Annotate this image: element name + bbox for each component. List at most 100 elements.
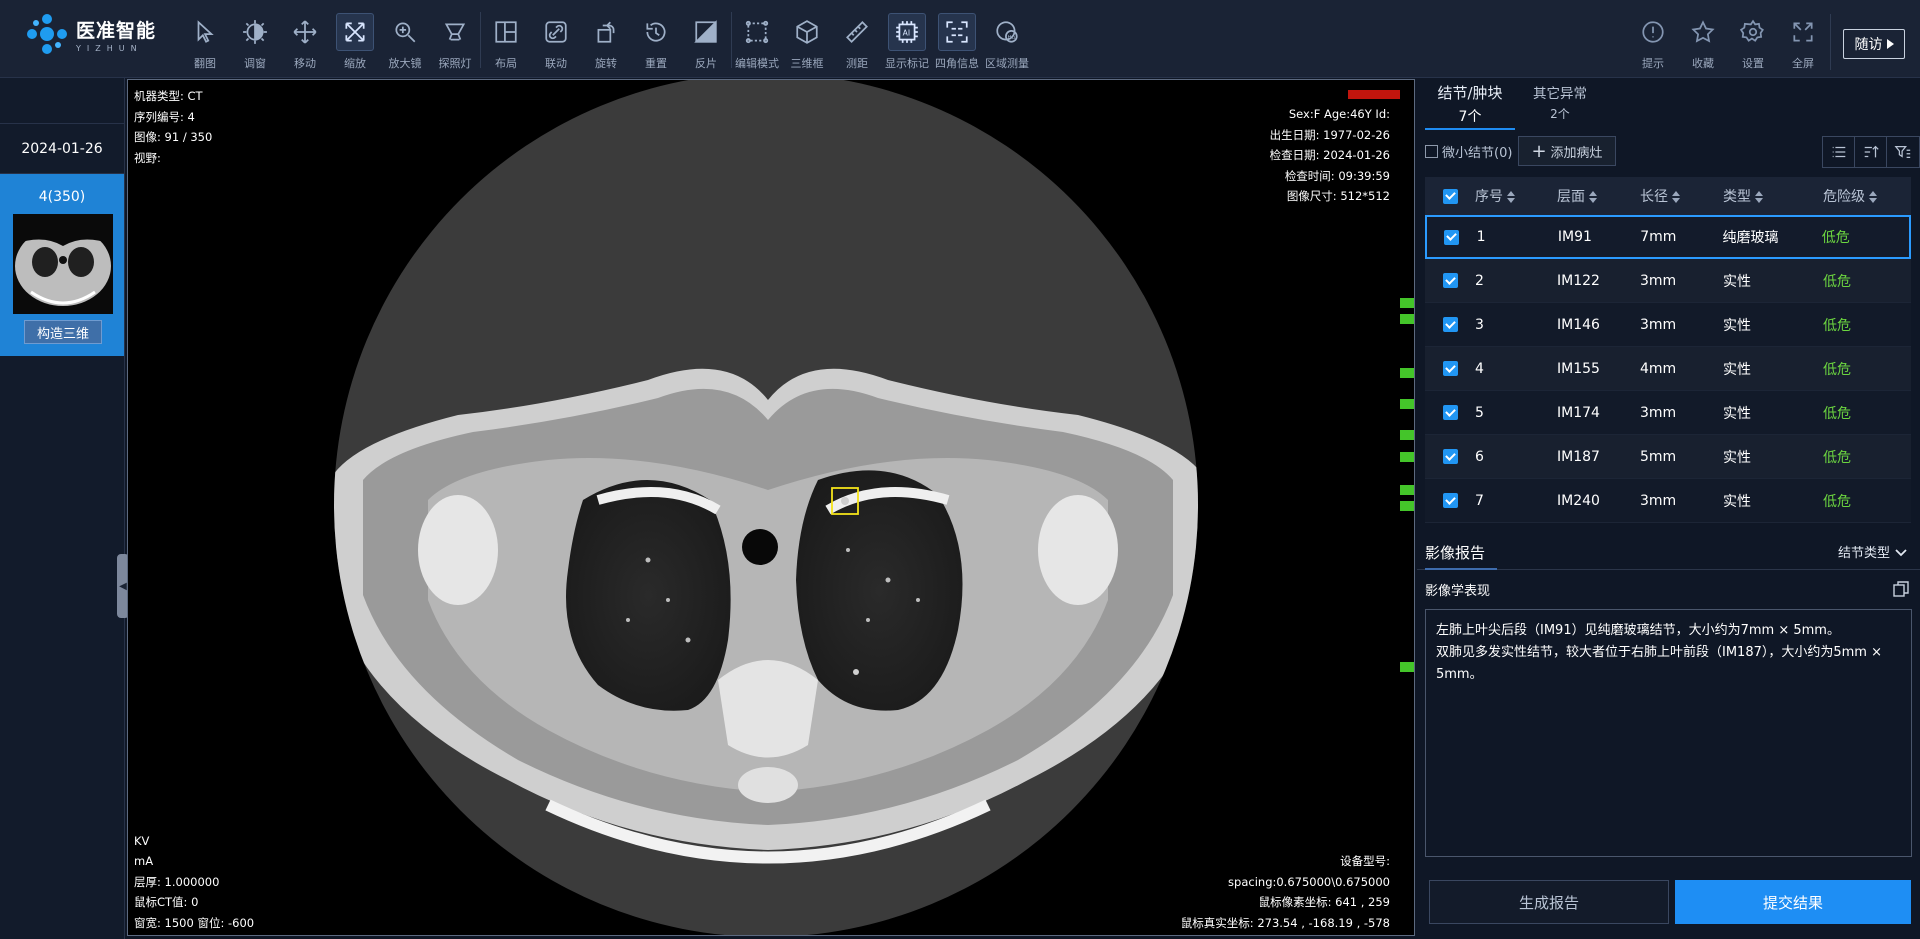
sort-button[interactable]: [1855, 137, 1887, 167]
series-card[interactable]: 4(350) 构造三维: [0, 174, 124, 356]
tool-rotate[interactable]: 旋转: [581, 6, 631, 74]
copy-icon[interactable]: [1892, 580, 1910, 598]
ct-image-viewer[interactable]: 机器类型: CT 序列编号: 4 图像: 91 / 350 视野: Sex:F …: [127, 79, 1415, 936]
tool-fullscreen[interactable]: 全屏: [1778, 6, 1828, 74]
tool-3d-box[interactable]: 三维框: [782, 6, 832, 74]
tool-ruler[interactable]: 测距: [832, 6, 882, 74]
submit-result-button[interactable]: 提交结果: [1675, 880, 1911, 924]
cell-size: 7mm: [1640, 229, 1677, 245]
tool-page[interactable]: 翻图: [180, 6, 230, 74]
row-checkbox[interactable]: [1442, 317, 1458, 332]
tool-reset[interactable]: 重置: [631, 6, 681, 74]
table-row[interactable]: 2 IM122 3mm 实性 低危: [1425, 259, 1911, 303]
findings-line: 双肺见多发实性结节，较大者位于右肺上叶前段（IM187），大小约为5mm × 5…: [1436, 645, 1882, 682]
tab-other-abnormal[interactable]: 其它异常 2个: [1515, 78, 1605, 130]
tool-spotlight[interactable]: 探照灯: [430, 6, 480, 74]
nodule-slice-mark[interactable]: [1400, 501, 1414, 511]
sort-icon: [1869, 191, 1877, 203]
rotate-icon: [587, 13, 625, 51]
move-icon: [286, 13, 324, 51]
tool-link[interactable]: 联动: [531, 6, 581, 74]
column-index[interactable]: 序号: [1475, 186, 1557, 206]
table-row[interactable]: 1 IM91 7mm 纯磨玻璃 低危: [1425, 215, 1911, 259]
nodule-slice-mark[interactable]: [1400, 430, 1414, 440]
generate-report-button[interactable]: 生成报告: [1429, 880, 1669, 924]
findings-label: 影像学表现: [1425, 584, 1491, 599]
magnifier-icon: [386, 13, 424, 51]
cell-index: 7: [1475, 492, 1484, 509]
tab-report[interactable]: 影像报告: [1425, 536, 1497, 570]
tool-invert[interactable]: 反片: [681, 6, 731, 74]
row-checkbox[interactable]: [1442, 273, 1458, 288]
add-lesion-label: 添加病灶: [1550, 145, 1603, 161]
micro-nodule-toggle[interactable]: 微小结节(0): [1425, 142, 1512, 161]
table-row[interactable]: 4 IM155 4mm 实性 低危: [1425, 347, 1911, 391]
scroll-position-indicator[interactable]: [1348, 90, 1400, 99]
tool-corner-info[interactable]: 四角信息: [932, 6, 982, 74]
tool-magnifier[interactable]: 放大镜: [380, 6, 430, 74]
overlay-ct-value: 鼠标CT值: 0: [134, 895, 199, 909]
tab-nodules[interactable]: 结节/肿块 7个: [1425, 78, 1515, 130]
cell-size: 3mm: [1640, 492, 1677, 509]
tool-edit-mode[interactable]: 编辑模式: [732, 6, 782, 74]
follow-up-button[interactable]: 随访: [1843, 29, 1905, 59]
tool-alert[interactable]: 提示: [1628, 6, 1678, 74]
nodule-slice-mark[interactable]: [1400, 662, 1414, 672]
tool-window[interactable]: 调窗: [230, 6, 280, 74]
study-date[interactable]: 2024-01-26: [0, 124, 124, 174]
row-checkbox[interactable]: [1442, 361, 1458, 376]
row-checkbox[interactable]: [1442, 449, 1458, 464]
tool-region-measure[interactable]: Hu 区域测量: [982, 6, 1032, 74]
nodule-slice-mark[interactable]: [1400, 368, 1414, 378]
tool-show-marks[interactable]: AI 显示标记: [882, 6, 932, 74]
report-type-dropdown[interactable]: 结节类型: [1838, 542, 1908, 561]
tool-layout[interactable]: 布局: [481, 6, 531, 74]
nodule-slice-mark[interactable]: [1400, 399, 1414, 409]
cell-type: 实性: [1723, 405, 1751, 422]
slice-scrollbar[interactable]: [1348, 80, 1414, 935]
table-row[interactable]: 5 IM174 3mm 实性 低危: [1425, 391, 1911, 435]
table-row[interactable]: 6 IM187 5mm 实性 低危: [1425, 435, 1911, 479]
column-risk[interactable]: 危险级: [1823, 186, 1911, 206]
row-checkbox[interactable]: [1442, 405, 1458, 420]
cell-size: 3mm: [1640, 316, 1677, 333]
column-layer[interactable]: 层面: [1557, 186, 1640, 206]
nodule-slice-mark[interactable]: [1400, 314, 1414, 324]
tool-favorite[interactable]: 收藏: [1678, 6, 1728, 74]
overlay-patient: Sex:F Age:46Y Id:: [1288, 107, 1390, 121]
table-row[interactable]: 3 IM146 3mm 实性 低危: [1425, 303, 1911, 347]
tool-label: 测距: [846, 57, 868, 70]
tool-label: 探照灯: [438, 57, 472, 70]
tool-label: 旋转: [595, 57, 617, 70]
column-type[interactable]: 类型: [1723, 186, 1823, 206]
cell-index: 2: [1475, 272, 1484, 289]
row-checkbox[interactable]: [1444, 229, 1460, 245]
series-thumbnail[interactable]: [13, 214, 113, 314]
row-checkbox[interactable]: [1442, 493, 1458, 508]
brand-name-en: YIZHUN: [76, 43, 143, 53]
tool-zoom[interactable]: 缩放: [330, 6, 380, 74]
filter-button[interactable]: [1887, 137, 1919, 167]
build-3d-button[interactable]: 构造三维: [24, 320, 102, 344]
cell-risk: 低危: [1821, 230, 1850, 246]
micro-nodule-checkbox[interactable]: [1425, 145, 1438, 158]
sort-icon: [1755, 191, 1763, 203]
nodule-slice-mark[interactable]: [1400, 485, 1414, 495]
findings-textarea[interactable]: 左肺上叶尖后段（IM91）见纯磨玻璃结节，大小约为7mm × 5mm。 双肺见多…: [1425, 609, 1912, 857]
tool-move[interactable]: 移动: [280, 6, 330, 74]
tool-settings[interactable]: 设置: [1728, 6, 1778, 74]
series-panel-header: [0, 78, 124, 124]
nodule-slice-mark[interactable]: [1400, 298, 1414, 308]
cell-index: 4: [1475, 360, 1484, 377]
add-lesion-button[interactable]: + 添加病灶: [1518, 136, 1616, 166]
overlay-kv: KV: [134, 833, 150, 848]
select-all-checkbox[interactable]: [1442, 188, 1458, 204]
list-view-button[interactable]: [1823, 137, 1855, 167]
cell-size: 3mm: [1640, 272, 1677, 289]
table-row[interactable]: 7 IM240 3mm 实性 低危: [1425, 479, 1911, 523]
cell-type: 实性: [1723, 317, 1751, 334]
cell-index: 1: [1476, 229, 1486, 245]
column-size[interactable]: 长径: [1640, 186, 1723, 206]
column-label: 层面: [1557, 189, 1585, 205]
nodule-slice-mark[interactable]: [1400, 452, 1414, 462]
